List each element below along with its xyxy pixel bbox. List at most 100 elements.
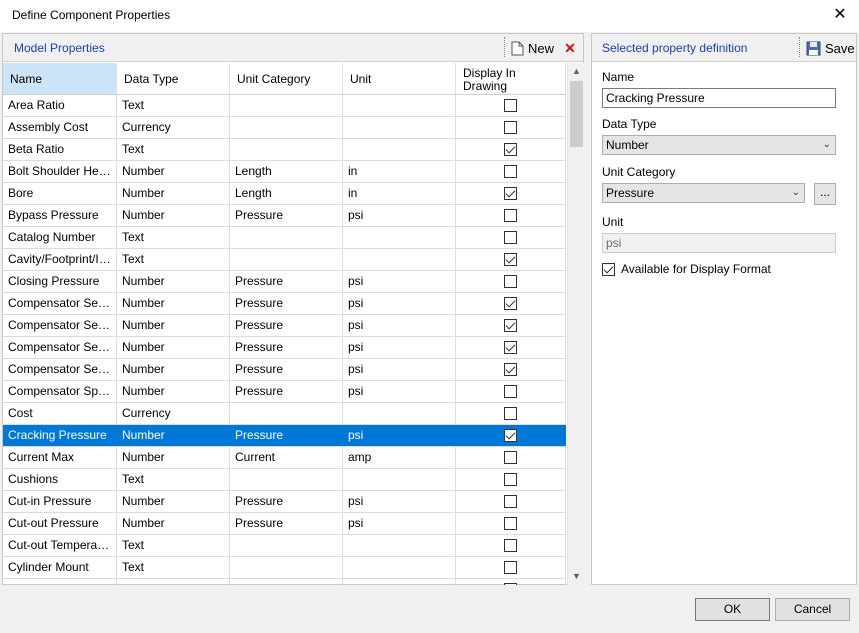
table-row[interactable]: Compensator Setting Number Pressure psi: [3, 293, 566, 315]
cell-unit-category[interactable]: Current: [230, 447, 343, 468]
display-in-drawing-checkbox[interactable]: [504, 517, 517, 530]
table-row[interactable]: Compensator Spring... Number Pressure psi: [3, 381, 566, 403]
cell-unit-category[interactable]: Pressure: [230, 293, 343, 314]
cell-name[interactable]: Compensator Settin...: [3, 337, 117, 358]
cell-data-type[interactable]: Currency: [117, 403, 230, 424]
cell-unit[interactable]: psi: [343, 425, 456, 446]
cell-data-type[interactable]: Number: [117, 293, 230, 314]
display-in-drawing-checkbox[interactable]: [504, 187, 517, 200]
display-in-drawing-checkbox[interactable]: [504, 561, 517, 574]
available-checkbox[interactable]: [602, 262, 615, 276]
table-row[interactable]: Area Ratio Text: [3, 95, 566, 117]
cell-data-type[interactable]: Number: [117, 161, 230, 182]
cell-name[interactable]: Catalog Number: [3, 227, 117, 248]
cell-name[interactable]: Bolt Shoulder Height: [3, 161, 117, 182]
cell-unit-category[interactable]: [230, 557, 343, 578]
display-in-drawing-checkbox[interactable]: [504, 209, 517, 222]
display-in-drawing-checkbox[interactable]: [504, 363, 517, 376]
data-type-select[interactable]: Number ⌄: [602, 135, 836, 155]
cell-unit[interactable]: [343, 469, 456, 490]
display-in-drawing-checkbox[interactable]: [504, 539, 517, 552]
cell-data-type[interactable]: Number: [117, 491, 230, 512]
table-row[interactable]: Cracking Pressure Number Pressure psi: [3, 425, 566, 447]
cell-data-type[interactable]: Text: [117, 469, 230, 490]
display-in-drawing-checkbox[interactable]: [504, 429, 517, 442]
available-for-display-format[interactable]: Available for Display Format: [602, 262, 836, 276]
cancel-button[interactable]: Cancel: [775, 598, 850, 621]
cell-unit-category[interactable]: [230, 579, 343, 585]
cell-name[interactable]: Compensator Spring...: [3, 381, 117, 402]
cell-unit[interactable]: [343, 579, 456, 585]
display-in-drawing-checkbox[interactable]: [504, 231, 517, 244]
table-row[interactable]: Cushions Text: [3, 469, 566, 491]
column-header-data-type[interactable]: Data Type: [117, 63, 230, 94]
cell-unit[interactable]: psi: [343, 271, 456, 292]
delete-icon[interactable]: ✕: [562, 38, 578, 58]
cell-unit[interactable]: [343, 557, 456, 578]
cell-unit[interactable]: [343, 227, 456, 248]
cell-name[interactable]: Compensator Settin...: [3, 315, 117, 336]
cell-name[interactable]: Closing Pressure: [3, 271, 117, 292]
cell-unit-category[interactable]: Pressure: [230, 381, 343, 402]
cell-unit-category[interactable]: [230, 535, 343, 556]
display-in-drawing-checkbox[interactable]: [504, 253, 517, 266]
cell-name[interactable]: Beta Ratio: [3, 139, 117, 160]
name-field[interactable]: Cracking Pressure: [602, 88, 836, 108]
cell-name[interactable]: Cylinder Mount: [3, 557, 117, 578]
cell-data-type[interactable]: Number: [117, 271, 230, 292]
cell-name[interactable]: Cut-out Temperature: [3, 535, 117, 556]
display-in-drawing-checkbox[interactable]: [504, 143, 517, 156]
cell-unit[interactable]: amp: [343, 447, 456, 468]
cell-unit-category[interactable]: Pressure: [230, 359, 343, 380]
cell-unit-category[interactable]: Length: [230, 161, 343, 182]
cell-unit-category[interactable]: Pressure: [230, 205, 343, 226]
cell-name[interactable]: Assembly Cost: [3, 117, 117, 138]
scroll-up-icon[interactable]: ▲: [568, 63, 585, 80]
cell-unit-category[interactable]: Pressure: [230, 425, 343, 446]
display-in-drawing-checkbox[interactable]: [504, 121, 517, 134]
table-row[interactable]: [3, 579, 566, 585]
cell-unit[interactable]: psi: [343, 293, 456, 314]
cell-name[interactable]: Compensator Settin...: [3, 359, 117, 380]
cell-unit-category[interactable]: Pressure: [230, 513, 343, 534]
save-button[interactable]: Save: [806, 38, 855, 58]
cell-name[interactable]: Area Ratio: [3, 95, 117, 116]
table-row[interactable]: Bypass Pressure Number Pressure psi: [3, 205, 566, 227]
cell-unit[interactable]: [343, 139, 456, 160]
table-row[interactable]: Compensator Settin... Number Pressure psi: [3, 337, 566, 359]
table-row[interactable]: Cost Currency: [3, 403, 566, 425]
ok-button[interactable]: OK: [695, 598, 770, 621]
browse-button[interactable]: ...: [814, 183, 836, 205]
cell-unit-category[interactable]: Pressure: [230, 315, 343, 336]
cell-data-type[interactable]: Number: [117, 359, 230, 380]
cell-name[interactable]: Cushions: [3, 469, 117, 490]
cell-name[interactable]: Cavity/Footprint/Int...: [3, 249, 117, 270]
cell-unit[interactable]: psi: [343, 381, 456, 402]
table-row[interactable]: Compensator Settin... Number Pressure psi: [3, 315, 566, 337]
cell-unit-category[interactable]: Pressure: [230, 271, 343, 292]
cell-unit[interactable]: [343, 117, 456, 138]
display-in-drawing-checkbox[interactable]: [504, 99, 517, 112]
cell-data-type[interactable]: Text: [117, 557, 230, 578]
display-in-drawing-checkbox[interactable]: [504, 297, 517, 310]
cell-data-type[interactable]: Number: [117, 381, 230, 402]
scroll-down-icon[interactable]: ▼: [568, 568, 585, 585]
cell-unit-category[interactable]: Pressure: [230, 337, 343, 358]
cell-unit[interactable]: psi: [343, 337, 456, 358]
cell-unit-category[interactable]: Pressure: [230, 491, 343, 512]
table-row[interactable]: Cylinder Mount Text: [3, 557, 566, 579]
close-icon[interactable]: ✕: [829, 4, 851, 26]
cell-unit[interactable]: psi: [343, 513, 456, 534]
table-row[interactable]: Current Max Number Current amp: [3, 447, 566, 469]
cell-data-type[interactable]: Currency: [117, 117, 230, 138]
display-in-drawing-checkbox[interactable]: [504, 473, 517, 486]
scroll-thumb[interactable]: [570, 81, 583, 147]
display-in-drawing-checkbox[interactable]: [504, 275, 517, 288]
cell-unit-category[interactable]: [230, 117, 343, 138]
cell-unit[interactable]: psi: [343, 205, 456, 226]
cell-name[interactable]: Bypass Pressure: [3, 205, 117, 226]
cell-name[interactable]: [3, 579, 117, 585]
cell-name[interactable]: Cost: [3, 403, 117, 424]
cell-name[interactable]: Cut-in Pressure: [3, 491, 117, 512]
table-row[interactable]: Cut-in Pressure Number Pressure psi: [3, 491, 566, 513]
